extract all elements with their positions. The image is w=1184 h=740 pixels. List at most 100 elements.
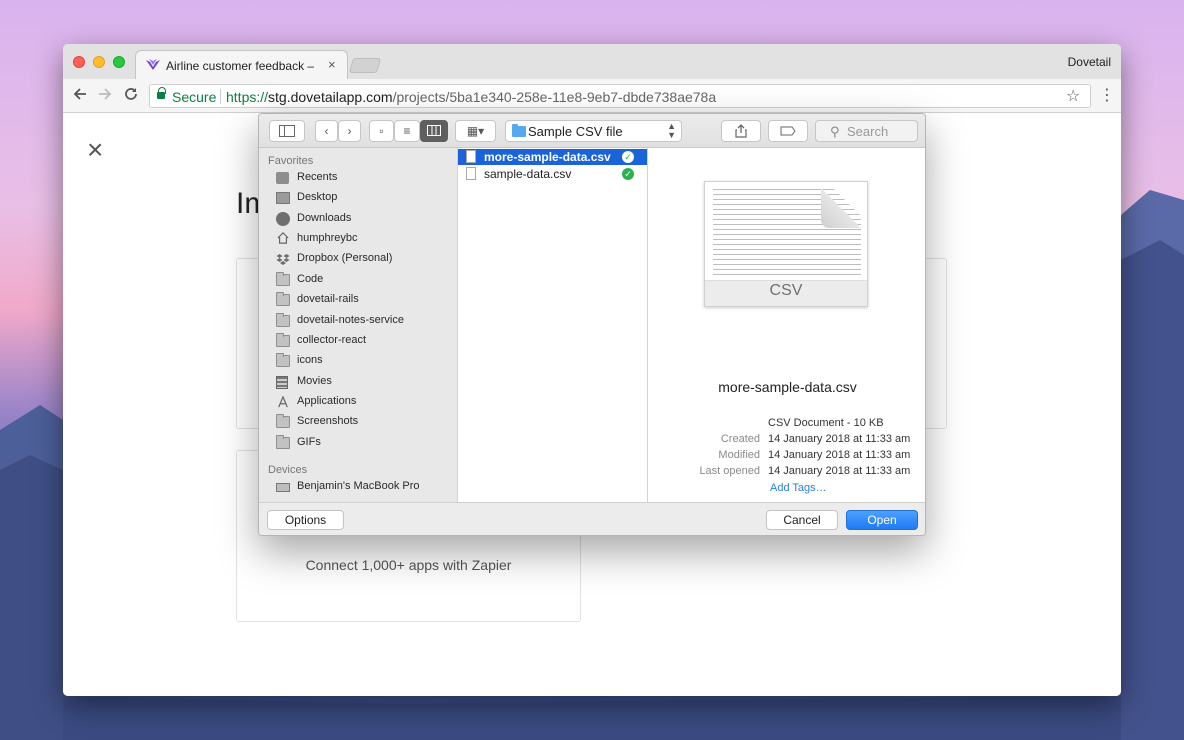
folder-icon — [276, 414, 290, 428]
add-tags-link[interactable]: Add Tags… — [770, 482, 827, 494]
sidebar-item-downloads[interactable]: Downloads — [276, 210, 456, 230]
tab-close-icon[interactable]: × — [328, 57, 336, 72]
checkmark-icon: ✓ — [622, 151, 634, 163]
star-icon[interactable]: ☆ — [1066, 86, 1080, 106]
zapier-text: Connect 1,000+ apps with Zapier — [305, 557, 512, 573]
browser-tab[interactable]: Airline customer feedback – Dovetail × — [135, 50, 348, 79]
folder-icon — [276, 435, 290, 449]
sidebar-item-collector-react[interactable]: collector-react — [276, 332, 456, 352]
arrow-left-icon — [73, 88, 86, 100]
sidebar-item-label: icons — [297, 354, 323, 366]
sidebar-item-label: Recents — [297, 171, 338, 183]
sidebar-item-desktop[interactable]: Desktop — [276, 189, 456, 209]
sidebar-item-label: collector-react — [297, 334, 367, 346]
forward-nav-button[interactable]: › — [338, 120, 361, 142]
dialog-toolbar: ‹ › ▫ ≡ ▦▾ Sample CSV file ▲ ▼ ⚲ Search — [259, 114, 925, 148]
page-curl-corner — [826, 182, 867, 223]
folder-icon — [276, 353, 290, 367]
preview-pane: CSV more-sample-data.csv CSV Document - … — [648, 148, 925, 502]
sidebar-item-applications[interactable]: Applications — [276, 393, 456, 413]
folder-icon — [276, 292, 290, 306]
tags-button[interactable] — [768, 120, 808, 142]
folder-icon — [512, 124, 526, 137]
file-kind: CSV Document - 10 KB — [768, 417, 884, 429]
location-label: Sample CSV file — [528, 124, 623, 139]
list-icon: ≡ — [403, 124, 411, 138]
sidebar-item-label: Benjamin's MacBook Pro — [297, 480, 420, 492]
movies-icon — [276, 376, 288, 389]
chevron-right-icon: › — [347, 124, 352, 138]
sidebar-item-gifs[interactable]: GIFs — [276, 434, 456, 454]
open-file-dialog: ‹ › ▫ ≡ ▦▾ Sample CSV file ▲ ▼ ⚲ Search F… — [258, 113, 926, 536]
preview-file-name: more-sample-data.csv — [718, 379, 857, 395]
reload-button[interactable] — [123, 86, 139, 106]
sidebar-item-label: GIFs — [297, 436, 321, 448]
applications-icon — [278, 396, 288, 408]
file-type-label: CSV — [769, 282, 803, 299]
tag-icon — [780, 126, 796, 136]
address-bar[interactable]: Secure https://stg.dovetailapp.com/proje… — [149, 84, 1091, 108]
browser-toolbar: Secure https://stg.dovetailapp.com/proje… — [63, 79, 1121, 113]
grid-icon: ▫ — [379, 124, 384, 138]
home-icon — [277, 232, 289, 244]
zoom-window-button[interactable] — [113, 56, 125, 68]
modified-value: 14 January 2018 at 11:33 am — [768, 449, 911, 461]
sidebar-toggle-button[interactable] — [269, 120, 305, 142]
sidebar-item-dovetail-rails[interactable]: dovetail-rails — [276, 291, 456, 311]
back-button[interactable] — [72, 86, 88, 106]
search-placeholder: Search — [847, 124, 889, 139]
chevron-left-icon: ‹ — [324, 124, 329, 138]
sidebar-item-label: Applications — [297, 395, 357, 407]
group-by-button[interactable]: ▦▾ — [455, 120, 496, 142]
forward-button[interactable] — [97, 86, 113, 106]
options-button[interactable]: Options — [267, 510, 344, 530]
file-name: sample-data.csv — [484, 167, 572, 181]
url-text[interactable]: https://stg.dovetailapp.com/projects/5ba… — [226, 89, 716, 105]
profile-name[interactable]: Dovetail — [1068, 55, 1111, 69]
icon-view-button[interactable]: ▫ — [369, 120, 394, 142]
dropbox-icon — [276, 254, 290, 265]
list-view-button[interactable]: ≡ — [394, 120, 420, 142]
address-separator — [220, 89, 221, 104]
sidebar-item-dropbox[interactable]: Dropbox (Personal) — [276, 250, 456, 270]
file-column: more-sample-data.csv ✓ sample-data.csv ✓ — [457, 148, 648, 502]
devices-header: Devices — [268, 464, 308, 476]
tab-title: Airline customer feedback – Dovetail — [166, 59, 318, 73]
sidebar-item-recents[interactable]: Recents — [276, 169, 456, 189]
column-view-button[interactable] — [420, 120, 448, 142]
sidebar-item-label: dovetail-rails — [297, 293, 359, 305]
file-row-more-sample-data[interactable]: more-sample-data.csv ✓ — [458, 149, 647, 165]
checkmark-icon: ✓ — [622, 168, 634, 180]
search-field[interactable]: ⚲ Search — [815, 120, 918, 142]
close-window-button[interactable] — [73, 56, 85, 68]
file-name: more-sample-data.csv — [484, 150, 611, 164]
kebab-icon[interactable]: ⋮ — [1099, 87, 1115, 105]
sidebar-item-label: Dropbox (Personal) — [297, 252, 393, 264]
sidebar-item-macbook[interactable]: Benjamin's MacBook Pro — [276, 478, 456, 498]
open-button[interactable]: Open — [846, 510, 918, 530]
desktop-icon — [276, 192, 290, 204]
dialog-sidebar: Favorites Recents Desktop Downloads hump… — [259, 148, 457, 502]
location-popup[interactable]: Sample CSV file ▲ ▼ — [505, 120, 682, 142]
sidebar-item-label: Downloads — [297, 212, 352, 224]
cancel-button[interactable]: Cancel — [766, 510, 838, 530]
url-host: stg.dovetailapp.com — [268, 89, 393, 105]
updown-chevron-icon: ▲ ▼ — [667, 121, 676, 140]
tab-strip: Airline customer feedback – Dovetail × D… — [63, 44, 1121, 79]
url-path: /projects/5ba1e340-258e-11e8-9eb7-dbde73… — [392, 89, 717, 105]
sidebar-item-code[interactable]: Code — [276, 271, 456, 291]
back-nav-button[interactable]: ‹ — [315, 120, 338, 142]
document-icon — [466, 167, 476, 180]
close-icon[interactable]: × — [87, 136, 103, 164]
minimize-window-button[interactable] — [93, 56, 105, 68]
sidebar-item-humphreybc[interactable]: humphreybc — [276, 230, 456, 250]
new-tab-button[interactable] — [348, 58, 382, 73]
arrow-right-icon — [99, 88, 112, 100]
sidebar-item-dovetail-notes-service[interactable]: dovetail-notes-service — [276, 312, 456, 332]
sidebar-item-screenshots[interactable]: Screenshots — [276, 413, 456, 433]
sidebar-item-movies[interactable]: Movies — [276, 373, 456, 393]
share-button[interactable] — [721, 120, 761, 142]
file-row-sample-data[interactable]: sample-data.csv ✓ — [458, 166, 647, 182]
folder-icon — [276, 313, 290, 327]
sidebar-item-icons[interactable]: icons — [276, 352, 456, 372]
